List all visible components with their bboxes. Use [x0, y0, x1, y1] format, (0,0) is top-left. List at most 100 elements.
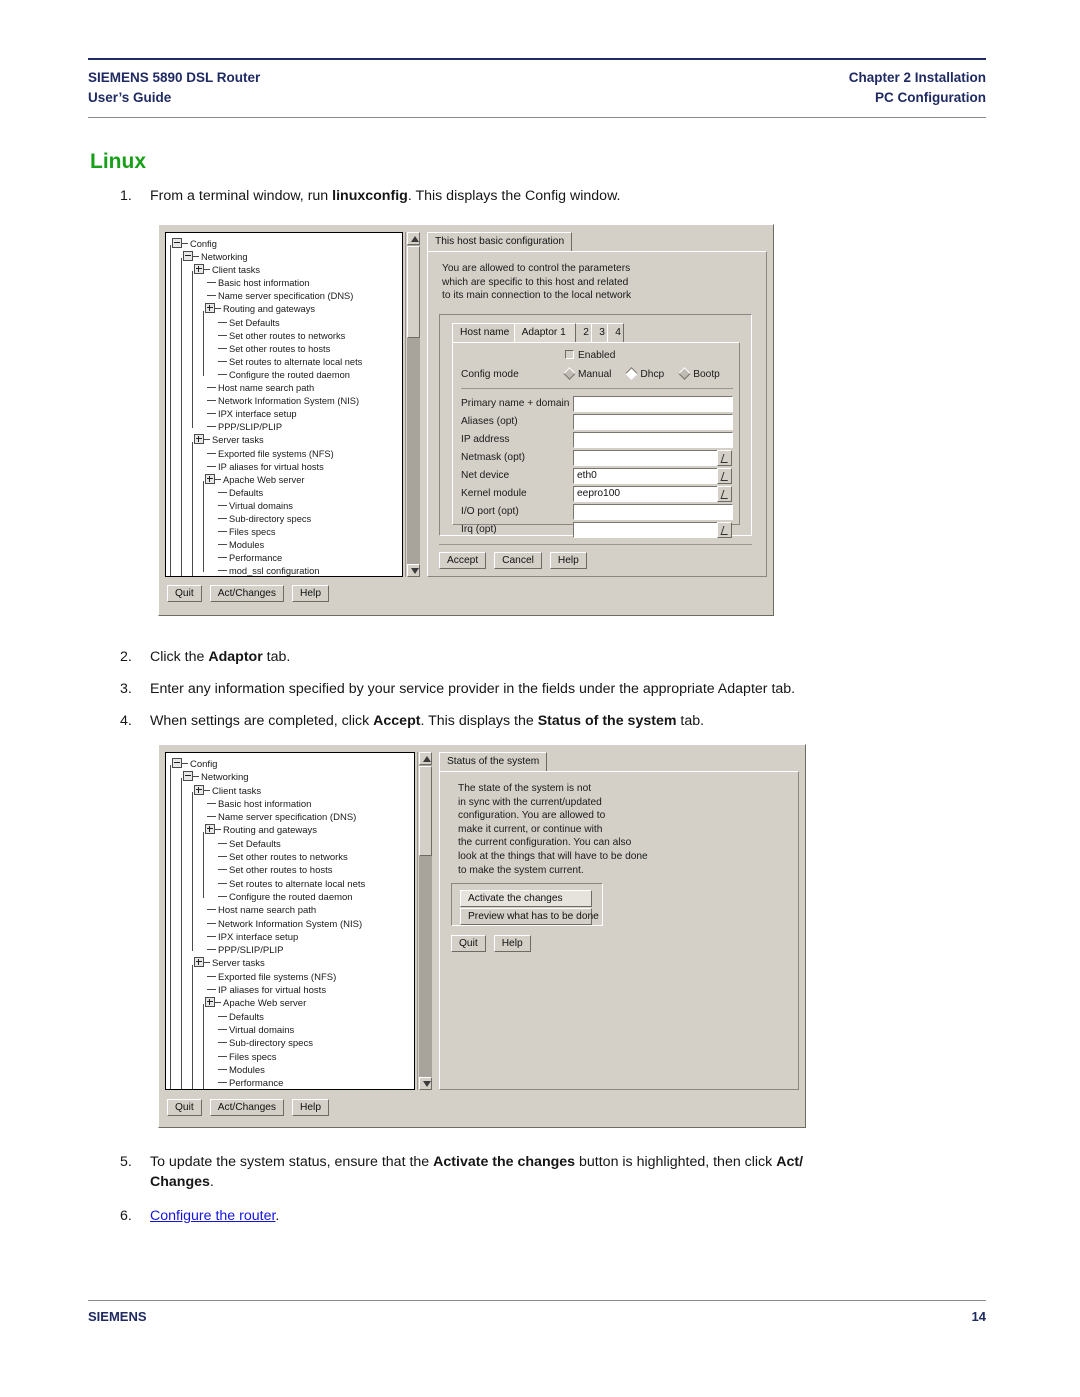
- preview-what-has-to-be-done-button[interactable]: Preview what has to be done: [460, 908, 599, 925]
- enabled-checkbox[interactable]: Enabled: [565, 350, 615, 361]
- tree-item[interactable]: IPX interface setup: [172, 931, 414, 944]
- host-config-accept-button[interactable]: Accept: [439, 552, 487, 569]
- scroll-up-arrow-icon[interactable]: [407, 232, 420, 245]
- radio-diamond-icon[interactable]: [563, 367, 576, 380]
- tree-scrollbar-1[interactable]: [405, 232, 420, 577]
- checkbox-icon[interactable]: [565, 350, 574, 359]
- tree-item[interactable]: Set Defaults: [172, 317, 402, 330]
- tree-item[interactable]: Set other routes to networks: [172, 330, 402, 343]
- window-2-help-button[interactable]: Help: [292, 1099, 329, 1116]
- config-mode-option-bootp[interactable]: Bootp: [678, 367, 720, 380]
- tree-item[interactable]: Routing and gateways: [172, 303, 402, 316]
- tree-item[interactable]: Config: [172, 238, 402, 251]
- collapse-icon[interactable]: [172, 238, 182, 248]
- tree-item[interactable]: Set routes to alternate local nets: [172, 356, 402, 369]
- radio-diamond-icon[interactable]: [678, 367, 692, 380]
- collapse-icon[interactable]: [183, 771, 193, 782]
- scroll-down-arrow-icon[interactable]: [419, 1077, 432, 1090]
- configure-router-link[interactable]: Configure the router: [150, 1208, 275, 1224]
- tree-item[interactable]: Set other routes to hosts: [172, 343, 402, 356]
- tree-item[interactable]: Config: [172, 758, 414, 771]
- tree-item[interactable]: Modules: [172, 539, 402, 552]
- expand-icon[interactable]: [205, 303, 215, 314]
- tree-item[interactable]: IP aliases for virtual hosts: [172, 461, 402, 474]
- tree-item[interactable]: Basic host information: [172, 798, 414, 811]
- combo-dropdown-icon[interactable]: [717, 485, 732, 502]
- tree-item[interactable]: Set routes to alternate local nets: [172, 878, 414, 891]
- expand-icon[interactable]: [194, 784, 204, 795]
- window-1-act-changes-button[interactable]: Act/Changes: [209, 585, 285, 602]
- tree-item[interactable]: Client tasks: [172, 264, 402, 277]
- tree-item[interactable]: Client tasks: [172, 784, 414, 798]
- combo-dropdown-icon[interactable]: [717, 521, 732, 538]
- expand-icon[interactable]: [205, 824, 215, 835]
- tree-item[interactable]: Files specs: [172, 526, 402, 539]
- tree-item[interactable]: Basic host information: [172, 277, 402, 290]
- tree-item[interactable]: Name server specification (DNS): [172, 811, 414, 824]
- expand-icon[interactable]: [205, 997, 215, 1008]
- config-tree-2[interactable]: Config Networking Client tasks Basic host i…: [165, 752, 415, 1090]
- tree-item[interactable]: Configure the routed daemon: [172, 369, 402, 382]
- tree-item[interactable]: Set Defaults: [172, 838, 414, 851]
- adapter-tab-2[interactable]: 2: [575, 323, 593, 342]
- tree-item[interactable]: Host name search path: [172, 904, 414, 917]
- scroll-up-arrow-icon[interactable]: [419, 752, 432, 765]
- adapter-tab-adaptor-1[interactable]: Adaptor 1: [513, 323, 577, 342]
- tree-item[interactable]: Apache Web server: [172, 997, 414, 1010]
- field-input[interactable]: eth0: [573, 467, 718, 484]
- host-config-cancel-button[interactable]: Cancel: [494, 552, 542, 569]
- tree-item[interactable]: Exported file systems (NFS): [172, 448, 402, 461]
- tree-item[interactable]: Virtual domains: [172, 500, 402, 513]
- tree-item[interactable]: PPP/SLIP/PLIP: [172, 421, 402, 434]
- tree-item[interactable]: Network Information System (NIS): [172, 395, 402, 408]
- tree-item[interactable]: Set other routes to networks: [172, 851, 414, 864]
- status-panel-help-button[interactable]: Help: [493, 935, 531, 952]
- field-input[interactable]: [573, 413, 733, 430]
- tree-item[interactable]: Networking: [172, 771, 414, 784]
- tree-item[interactable]: Sub-directory specs: [172, 1037, 414, 1050]
- window-1-quit-button[interactable]: Quit: [167, 585, 202, 602]
- step-6-text[interactable]: Configure the router.: [150, 1206, 990, 1226]
- status-panel-quit-button[interactable]: Quit: [451, 935, 486, 952]
- linuxconf-window-1[interactable]: Config Networking Client tasks Basic host i…: [158, 224, 774, 616]
- adapter-tab-3[interactable]: 3: [591, 323, 609, 342]
- tree-item[interactable]: Server tasks: [172, 957, 414, 970]
- scrollbar-thumb[interactable]: [407, 246, 420, 338]
- config-mode-radiogroup[interactable]: Manual Dhcp Bootp: [563, 367, 720, 380]
- tree-item[interactable]: Exported file systems (NFS): [172, 971, 414, 984]
- config-tree-1[interactable]: Config Networking Client tasks Basic host i…: [165, 232, 403, 577]
- expand-icon[interactable]: [194, 434, 204, 445]
- tree-item[interactable]: Routing and gateways: [172, 824, 414, 837]
- adapter-tab-host-name[interactable]: Host name: [452, 323, 515, 342]
- field-input[interactable]: [573, 395, 733, 412]
- tree-item[interactable]: Defaults: [172, 1011, 414, 1024]
- config-mode-option-manual[interactable]: Manual: [563, 367, 611, 380]
- tree-item[interactable]: Network Information System (NIS): [172, 918, 414, 931]
- tree-item[interactable]: PPP/SLIP/PLIP: [172, 944, 414, 957]
- activate-the-changes-button[interactable]: Activate the changes: [460, 890, 592, 907]
- tree-item[interactable]: Host name search path: [172, 382, 402, 395]
- combo-dropdown-icon[interactable]: [717, 467, 732, 484]
- tree-item[interactable]: mod_ssl configuration: [172, 565, 402, 576]
- tree-scrollbar-2[interactable]: [417, 752, 432, 1090]
- scroll-down-arrow-icon[interactable]: [407, 564, 420, 577]
- collapse-icon[interactable]: [183, 251, 193, 262]
- tree-item[interactable]: Sub-directory specs: [172, 513, 402, 526]
- adapter-tab-4[interactable]: 4: [607, 323, 625, 342]
- tree-item[interactable]: Files specs: [172, 1051, 414, 1064]
- field-input[interactable]: [573, 449, 718, 466]
- tree-item[interactable]: Virtual domains: [172, 1024, 414, 1037]
- tree-item[interactable]: Performance: [172, 1077, 414, 1089]
- combo-dropdown-icon[interactable]: [717, 449, 732, 466]
- window-2-act-changes-button[interactable]: Act/Changes: [209, 1099, 285, 1116]
- field-input[interactable]: [573, 521, 718, 538]
- tab-this-host-basic-configuration[interactable]: This host basic configuration: [427, 232, 573, 251]
- tree-item[interactable]: IPX interface setup: [172, 408, 402, 421]
- field-input[interactable]: [573, 431, 733, 448]
- window-1-help-button[interactable]: Help: [292, 585, 329, 602]
- config-mode-option-dhcp[interactable]: Dhcp: [625, 367, 664, 380]
- expand-icon[interactable]: [194, 264, 204, 275]
- tree-item[interactable]: Networking: [172, 251, 402, 264]
- tree-item[interactable]: Defaults: [172, 487, 402, 500]
- tab-status-of-the-system[interactable]: Status of the system: [439, 752, 548, 771]
